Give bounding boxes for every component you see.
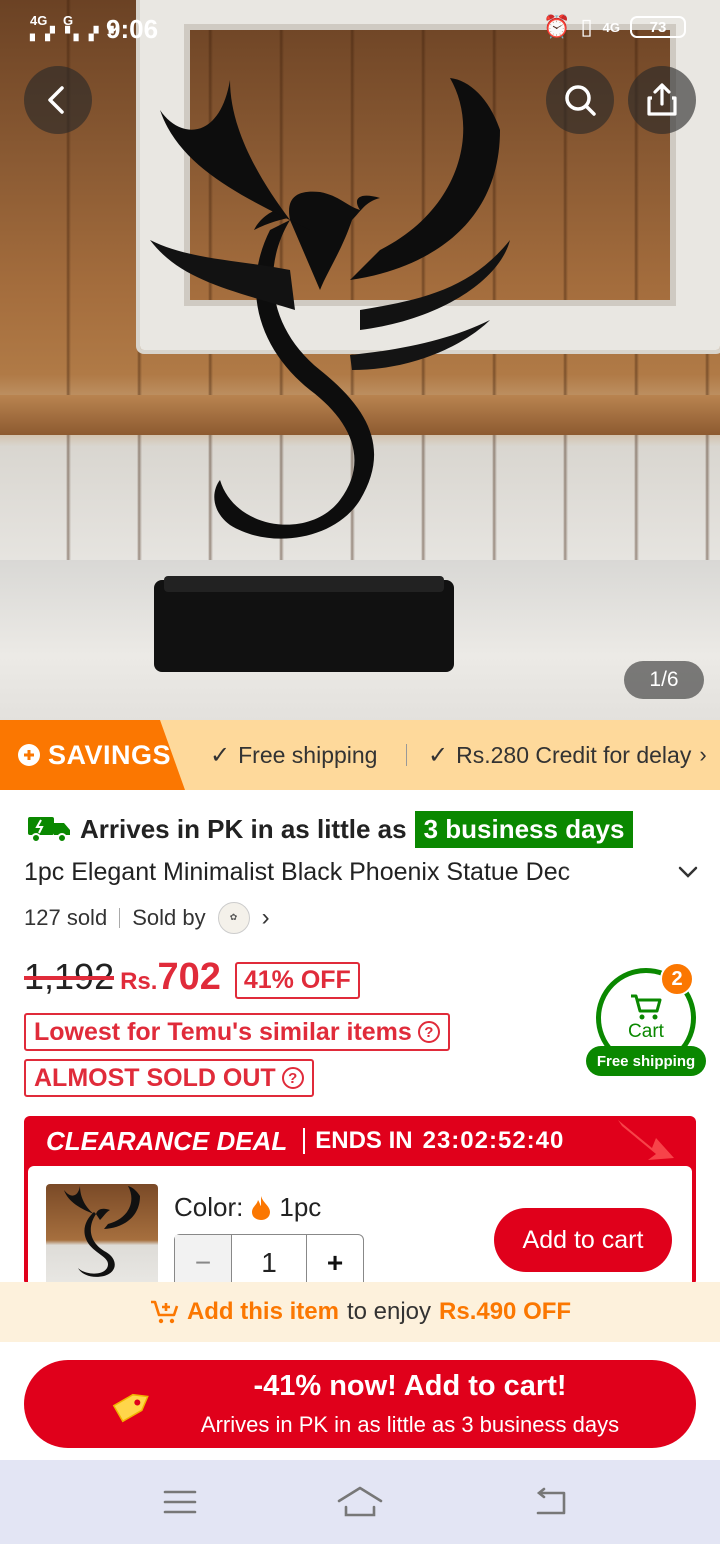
savings-banner[interactable]: SAVINGS ✓ Free shipping ✓ Rs.280 Credit …	[0, 720, 720, 790]
arrival-info: Arrives in PK in as little as 3 business…	[24, 808, 634, 850]
back-nav-icon	[536, 1487, 566, 1515]
cart-free-shipping-label: Free shipping	[586, 1046, 706, 1076]
color-value: 1pc	[279, 1192, 322, 1222]
clearance-deal: CLEARANCE DEAL ENDS IN 23:02:52:40 Color…	[24, 1116, 696, 1286]
clock: 9:06	[106, 14, 159, 44]
color-selector[interactable]: Color: 1pc	[174, 1192, 321, 1223]
original-price: 1,192	[24, 956, 115, 997]
almost-sold-out-badge[interactable]: ALMOST SOLD OUT ?	[24, 1059, 314, 1097]
battery-icon: 73	[630, 16, 686, 38]
home-nav-button[interactable]	[330, 1482, 390, 1522]
share-icon	[647, 83, 677, 116]
chevron-left-icon	[48, 86, 64, 114]
help-icon[interactable]: ?	[281, 1067, 304, 1089]
down-arrow-icon	[618, 1120, 674, 1160]
add-to-cart-button[interactable]: -41% now! Add to cart! Arrives in PK in …	[24, 1360, 696, 1448]
quantity-stepper[interactable]: − 1 +	[174, 1234, 364, 1286]
almost-sold-out-text: ALMOST SOLD OUT	[34, 1063, 276, 1092]
chevron-down-icon[interactable]	[676, 860, 700, 884]
price-row: 1,192 Rs. 702 41% OFF	[24, 956, 360, 1004]
lowest-price-text: Lowest for Temu's similar items	[34, 1017, 412, 1046]
alarm-icon: ⏰	[543, 14, 571, 39]
phoenix-statue	[150, 78, 510, 672]
vibrate-icon: ▯	[580, 14, 593, 39]
savings-tag: SAVINGS	[0, 720, 185, 790]
sold-info: 127 sold Sold by ✿ ›	[24, 900, 270, 936]
free-shipping-perk: ✓ Free shipping	[210, 720, 377, 790]
promo-amount: Rs.490 OFF	[439, 1298, 572, 1325]
arrival-days-badge: 3 business days	[414, 810, 634, 848]
promo-strip[interactable]: Add this item to enjoy Rs.490 OFF	[0, 1282, 720, 1342]
back-nav-button[interactable]	[520, 1482, 580, 1522]
home-icon	[337, 1486, 383, 1517]
promo-middle-text: to enjoy	[346, 1298, 432, 1325]
ends-in-label: ENDS IN	[315, 1127, 413, 1154]
perk-divider	[406, 744, 407, 766]
product-title: 1pc Elegant Minimalist Black Phoenix Sta…	[24, 857, 571, 886]
delivery-truck-icon	[28, 817, 70, 843]
back-button[interactable]	[24, 66, 92, 134]
sold-count: 127 sold	[24, 905, 108, 930]
currency-label: Rs.	[120, 968, 158, 995]
deal-add-to-cart-button[interactable]: Add to cart	[494, 1208, 672, 1272]
sold-by-label[interactable]: Sold by	[132, 905, 205, 931]
search-button[interactable]	[546, 66, 614, 134]
increment-button[interactable]: +	[307, 1235, 363, 1286]
menu-icon	[163, 1490, 197, 1514]
battery-level: 73	[649, 18, 667, 36]
menu-nav-button[interactable]	[150, 1482, 210, 1522]
check-icon: ✓	[428, 741, 449, 769]
cta-primary-text: -41% now! Add to cart!	[253, 1370, 567, 1402]
cart-count-badge: 2	[660, 962, 694, 996]
cart-plus-icon	[150, 1300, 179, 1324]
search-icon	[565, 85, 596, 116]
image-page-indicator: 1/6	[624, 661, 704, 699]
chevron-right-icon[interactable]: ›	[262, 904, 270, 932]
share-button[interactable]	[628, 66, 696, 134]
product-image[interactable]: 1/6	[0, 0, 720, 720]
chevron-right-icon: ›	[699, 742, 707, 767]
clearance-label: CLEARANCE DEAL	[46, 1125, 288, 1156]
help-icon[interactable]: ?	[417, 1021, 440, 1043]
savings-label: SAVINGS	[48, 739, 172, 770]
cart-label: Cart	[628, 1021, 664, 1042]
product-title-row[interactable]: 1pc Elegant Minimalist Black Phoenix Sta…	[24, 854, 704, 890]
countdown-timer: 23:02:52:40	[422, 1127, 565, 1154]
app-root: 1/6 4G G ▖▗▘▝ ▖▗▘▝ 9:06 ⏰ ▯ 4G 73 SAVING…	[0, 0, 720, 1544]
cart-icon	[631, 994, 662, 1020]
lowest-price-badge[interactable]: Lowest for Temu's similar items ?	[24, 1013, 450, 1051]
status-bar: 4G G ▖▗▘▝ ▖▗▘▝ 9:06 ⏰ ▯ 4G 73	[0, 0, 720, 56]
arrival-text: Arrives in PK in as little as	[80, 813, 407, 844]
decrement-button[interactable]: −	[175, 1235, 231, 1286]
product-thumbnail[interactable]	[46, 1184, 158, 1286]
delay-credit-text: Rs.280 Credit for delay	[456, 741, 692, 768]
promo-highlight: Add this item	[186, 1298, 339, 1325]
system-nav-bar	[0, 1460, 720, 1544]
cta-secondary-text: Arrives in PK in as little as 3 business…	[200, 1412, 620, 1437]
discount-badge: 41% OFF	[234, 961, 360, 999]
phoenix-thumbnail-image	[64, 1186, 140, 1277]
color-label: Color:	[174, 1192, 244, 1222]
savings-badge-icon	[18, 744, 40, 766]
check-icon: ✓	[210, 741, 231, 769]
network-label: 4G	[602, 19, 620, 35]
quantity-value[interactable]: 1	[231, 1235, 307, 1286]
clearance-body: Color: 1pc − 1 + Add to cart	[28, 1166, 692, 1286]
sold-divider	[119, 908, 121, 928]
clearance-divider	[303, 1128, 306, 1154]
status-icons: ⏰ ▯ 4G 73	[543, 14, 686, 40]
flame-icon	[252, 1195, 271, 1220]
seller-logo[interactable]: ✿	[217, 902, 250, 934]
free-shipping-text: Free shipping	[238, 741, 378, 768]
signal-bars-icon: ▖▗▘▝ ▖▗▘▝	[30, 26, 114, 41]
clearance-header: CLEARANCE DEAL ENDS IN 23:02:52:40	[24, 1116, 696, 1166]
sale-price: 702	[157, 956, 221, 998]
signal-indicators: 4G G ▖▗▘▝ ▖▗▘▝	[30, 14, 114, 40]
delay-credit-perk: ✓ Rs.280 Credit for delay ›	[428, 720, 707, 790]
